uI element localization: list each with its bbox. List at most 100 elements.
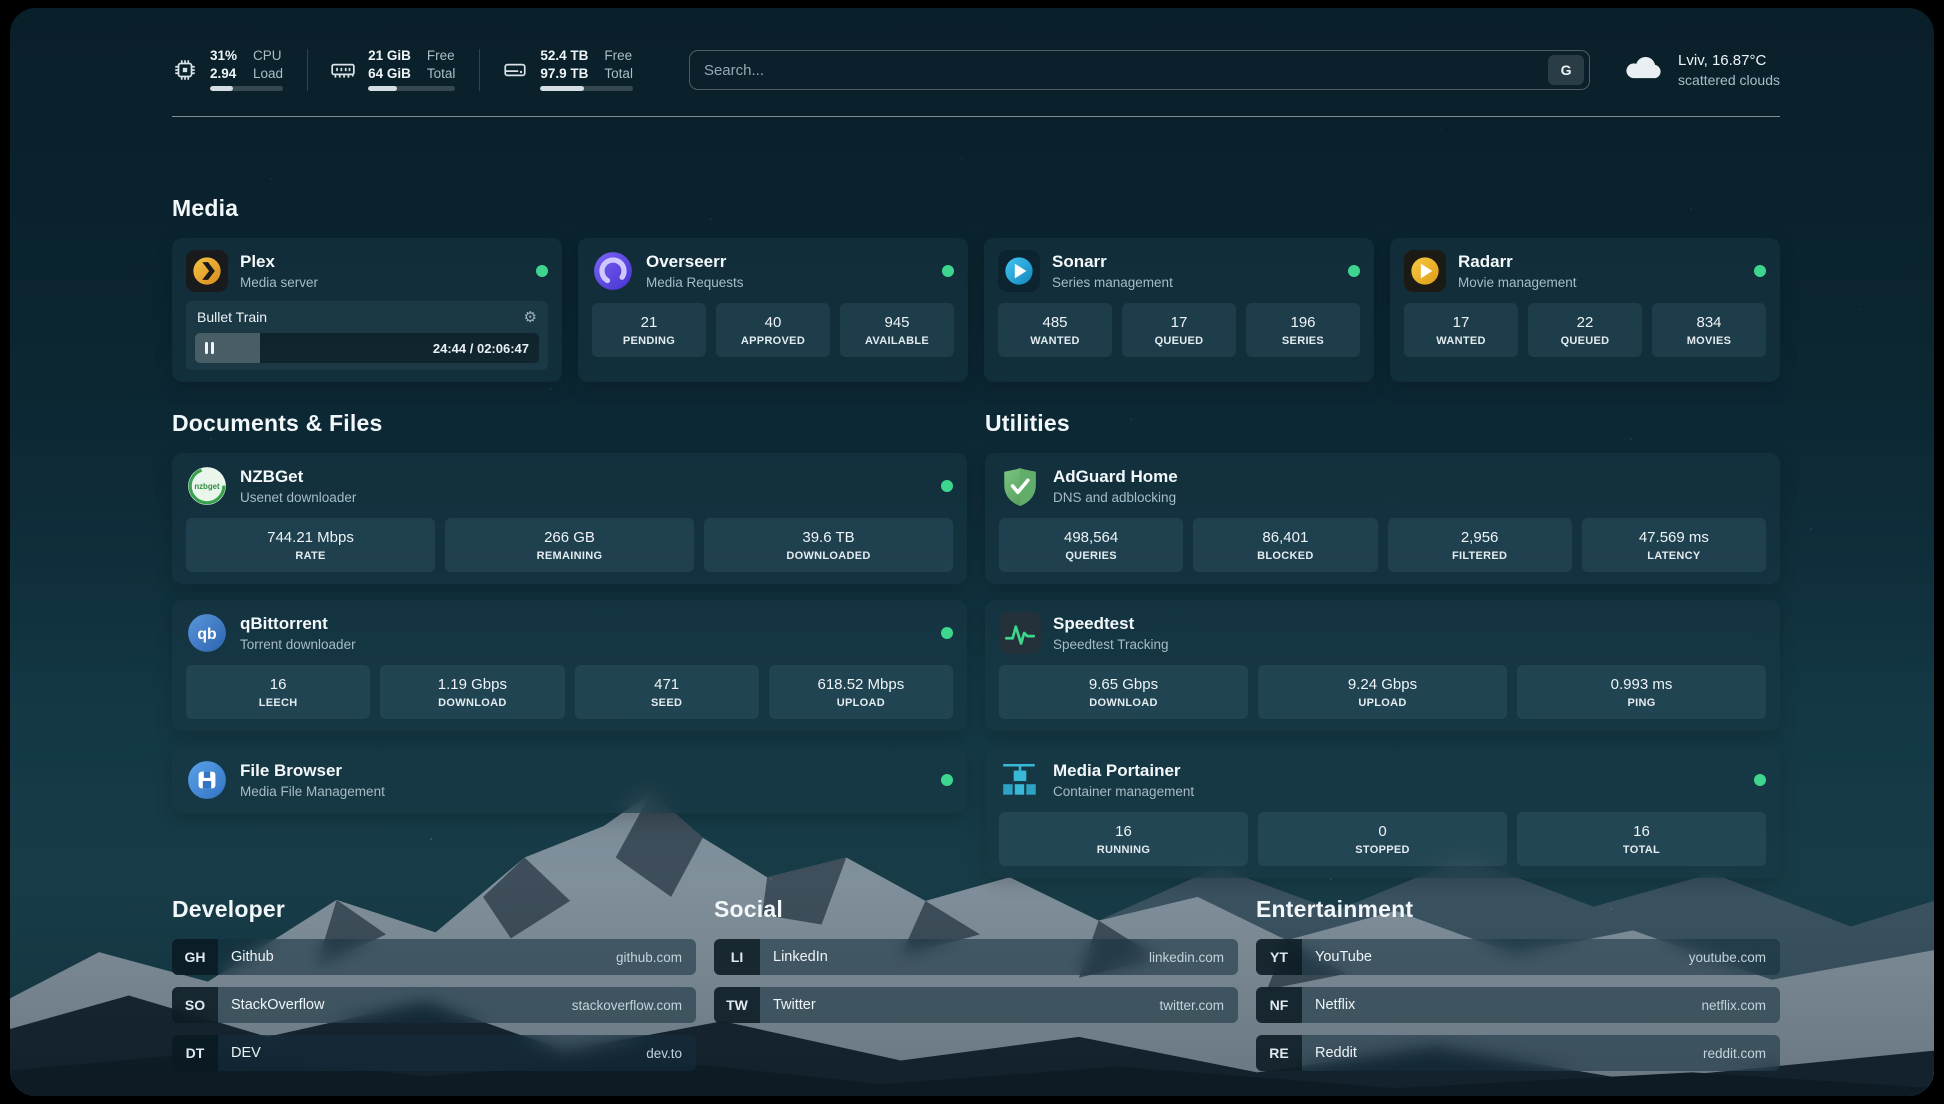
bookmark-github[interactable]: GH Github github.com xyxy=(172,939,696,975)
status-dot xyxy=(941,480,953,492)
bookmark-abbr: GH xyxy=(172,939,218,975)
search-input[interactable] xyxy=(704,62,1548,79)
bookmark-name: LinkedIn xyxy=(760,949,828,965)
bookmark-url: github.com xyxy=(616,950,696,965)
disk-total: 97.9 TB xyxy=(540,67,588,81)
developer-bookmarks: Developer GH Github github.com SO StackO… xyxy=(172,896,696,1071)
cpu-bar-fill xyxy=(210,86,233,91)
service-description: Torrent downloader xyxy=(240,637,356,652)
section-title-documents: Documents & Files xyxy=(172,410,967,437)
stat-stopped: 0 STOPPED xyxy=(1258,812,1507,866)
entertainment-bookmarks: Entertainment YT YouTube youtube.com NF … xyxy=(1256,896,1780,1071)
disk-icon xyxy=(502,57,528,83)
resource-widgets: 31% 2.94 CPU Load xyxy=(172,49,657,90)
utilities-column: Utilities AdGuard Home xyxy=(985,410,1780,878)
bookmark-name: Netflix xyxy=(1302,997,1355,1013)
stat-ping: 0.993 ms PING xyxy=(1517,665,1766,719)
service-name: qBittorrent xyxy=(240,614,356,634)
bookmark-url: reddit.com xyxy=(1703,1046,1780,1061)
sonarr-icon xyxy=(998,250,1040,292)
bookmark-name: StackOverflow xyxy=(218,997,324,1013)
service-card-sonarr[interactable]: Sonarr Series management 485 WANTED 17 Q… xyxy=(984,238,1374,382)
service-card-portainer[interactable]: Media Portainer Container management 16 … xyxy=(985,747,1780,878)
bookmark-youtube[interactable]: YT YouTube youtube.com xyxy=(1256,939,1780,975)
bookmark-twitter[interactable]: TW Twitter twitter.com xyxy=(714,987,1238,1023)
app-window: 31% 2.94 CPU Load xyxy=(10,8,1934,1096)
service-card-qbittorrent[interactable]: qb qBittorrent Torrent downloader 16 LEE… xyxy=(172,600,967,731)
service-name: Media Portainer xyxy=(1053,761,1194,781)
bookmark-name: Github xyxy=(218,949,274,965)
bookmark-url: stackoverflow.com xyxy=(572,998,696,1013)
cpu-percent: 31% xyxy=(210,49,237,63)
disk-bar-fill xyxy=(540,86,584,91)
portainer-icon xyxy=(999,759,1041,801)
bookmark-abbr: SO xyxy=(172,987,218,1023)
service-description: Speedtest Tracking xyxy=(1053,637,1169,652)
gear-icon[interactable]: ⚙ xyxy=(524,308,537,326)
bookmark-dev[interactable]: DT DEV dev.to xyxy=(172,1035,696,1071)
bookmark-stackoverflow[interactable]: SO StackOverflow stackoverflow.com xyxy=(172,987,696,1023)
cpu-icon xyxy=(172,57,198,83)
memory-total: 64 GiB xyxy=(368,67,411,81)
nzbget-icon: nzbget xyxy=(186,465,228,507)
section-title-media: Media xyxy=(172,195,1780,222)
stat-remaining: 266 GB REMAINING xyxy=(445,518,694,572)
memory-bar xyxy=(368,86,455,91)
service-card-overseerr[interactable]: Overseerr Media Requests 21 PENDING 40 A… xyxy=(578,238,968,382)
media-cards-row: Plex Media server Bullet Train ⚙ 24:44 /… xyxy=(172,238,1780,382)
plex-now-playing-panel: Bullet Train ⚙ 24:44 / 02:06:47 xyxy=(186,301,548,370)
service-description: Usenet downloader xyxy=(240,490,356,505)
disk-total-label: Total xyxy=(604,67,633,81)
pause-icon[interactable] xyxy=(205,342,214,354)
status-dot xyxy=(942,265,954,277)
stat-blocked: 86,401 BLOCKED xyxy=(1193,518,1377,572)
service-card-adguard[interactable]: AdGuard Home DNS and adblocking 498,564 … xyxy=(985,453,1780,584)
stat-leech: 16 LEECH xyxy=(186,665,370,719)
bookmark-name: YouTube xyxy=(1302,949,1372,965)
stat-queued: 22 QUEUED xyxy=(1528,303,1642,357)
bookmark-reddit[interactable]: RE Reddit reddit.com xyxy=(1256,1035,1780,1071)
stat-seed: 471 SEED xyxy=(575,665,759,719)
plex-icon xyxy=(186,250,228,292)
search-provider-button[interactable]: G xyxy=(1548,55,1584,85)
weather-widget: Lviv, 16.87°C scattered clouds xyxy=(1622,52,1780,88)
bookmark-url: dev.to xyxy=(646,1046,696,1061)
service-card-radarr[interactable]: Radarr Movie management 17 WANTED 22 QUE… xyxy=(1390,238,1780,382)
bookmark-abbr: DT xyxy=(172,1035,218,1071)
bookmark-linkedin[interactable]: LI LinkedIn linkedin.com xyxy=(714,939,1238,975)
bookmark-url: netflix.com xyxy=(1701,998,1780,1013)
stat-download: 9.65 Gbps DOWNLOAD xyxy=(999,665,1248,719)
weather-location: Lviv, 16.87°C xyxy=(1678,52,1780,69)
service-description: DNS and adblocking xyxy=(1053,490,1178,505)
section-title-entertainment: Entertainment xyxy=(1256,896,1780,923)
disk-free-label: Free xyxy=(604,49,633,63)
service-name: NZBGet xyxy=(240,467,356,487)
search-bar[interactable]: G xyxy=(689,50,1590,90)
service-name: AdGuard Home xyxy=(1053,467,1178,487)
status-dot xyxy=(1754,265,1766,277)
stat-queries: 498,564 QUERIES xyxy=(999,518,1183,572)
stat-download: 1.19 Gbps DOWNLOAD xyxy=(380,665,564,719)
memory-bar-fill xyxy=(368,86,397,91)
status-dot xyxy=(1348,265,1360,277)
service-card-nzbget[interactable]: nzbget NZBGet Usenet downloader 744.21 M… xyxy=(172,453,967,584)
service-card-speedtest[interactable]: Speedtest Speedtest Tracking 9.65 Gbps D… xyxy=(985,600,1780,731)
stat-approved: 40 APPROVED xyxy=(716,303,830,357)
service-name: Radarr xyxy=(1458,252,1577,272)
stat-running: 16 RUNNING xyxy=(999,812,1248,866)
bookmark-abbr: LI xyxy=(714,939,760,975)
bookmark-netflix[interactable]: NF Netflix netflix.com xyxy=(1256,987,1780,1023)
stat-filtered: 2,956 FILTERED xyxy=(1388,518,1572,572)
stat-series: 196 SERIES xyxy=(1246,303,1360,357)
cpu-load: 2.94 xyxy=(210,67,237,81)
stat-queued: 17 QUEUED xyxy=(1122,303,1236,357)
playback-progress-bar[interactable]: 24:44 / 02:06:47 xyxy=(195,333,539,363)
bookmark-name: DEV xyxy=(218,1045,261,1061)
service-card-filebrowser[interactable]: File Browser Media File Management xyxy=(172,747,967,813)
service-card-plex[interactable]: Plex Media server Bullet Train ⚙ 24:44 /… xyxy=(172,238,562,382)
bookmark-abbr: RE xyxy=(1256,1035,1302,1071)
bookmark-url: twitter.com xyxy=(1159,998,1238,1013)
service-name: Speedtest xyxy=(1053,614,1169,634)
service-description: Media File Management xyxy=(240,784,385,799)
topbar-divider xyxy=(172,116,1780,117)
